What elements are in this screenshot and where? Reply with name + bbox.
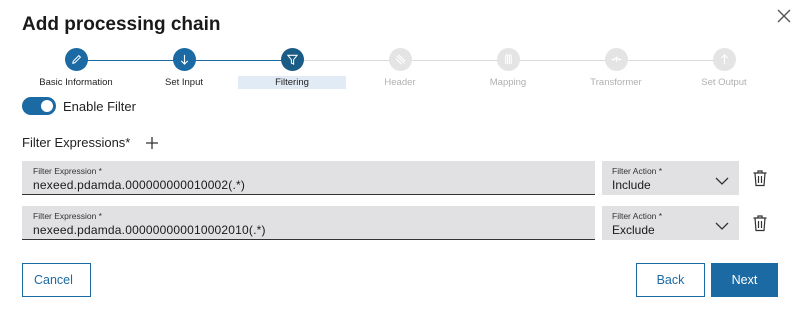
chevron-down-icon (715, 218, 729, 230)
step-label: Basic Information (39, 77, 113, 88)
step-set-output[interactable]: Set Output (669, 46, 779, 89)
filter-expression-label: Filter Expression * (33, 166, 102, 176)
step-set-input[interactable]: Set Input (129, 46, 239, 89)
step-basic-information[interactable]: Basic Information (21, 46, 131, 89)
chevron-down-icon (715, 173, 729, 185)
filter-action-select[interactable]: Filter Action * Exclude (602, 206, 739, 240)
filter-action-label: Filter Action * (612, 166, 663, 176)
filter-expression-value: nexeed.pdamda.000000000010002010(.*) (33, 223, 266, 237)
step-label: Set Input (164, 77, 204, 88)
step-label: Header (384, 77, 416, 88)
filter-action-select[interactable]: Filter Action * Include (602, 161, 739, 195)
filter-expression-label: Filter Expression * (33, 211, 102, 221)
transformer-icon (604, 48, 628, 71)
step-label: Mapping (489, 77, 527, 88)
dialog-title: Add processing chain (22, 14, 221, 35)
arrow-down-icon (172, 48, 196, 71)
step-label: Filtering (238, 76, 346, 89)
step-mapping[interactable]: Mapping (453, 46, 563, 89)
header-icon (388, 48, 412, 71)
add-expression-icon[interactable] (144, 135, 160, 151)
filter-action-label: Filter Action * (612, 211, 663, 221)
enable-filter-row: Enable Filter (22, 97, 136, 115)
filter-expression-value: nexeed.pdamda.000000000010002(.*) (33, 178, 246, 192)
arrow-up-icon (712, 48, 736, 71)
step-header[interactable]: Header (345, 46, 455, 89)
filter-expression-field[interactable]: Filter Expression * nexeed.pdamda.000000… (22, 206, 595, 240)
filter-action-value: Include (612, 178, 651, 192)
enable-filter-label: Enable Filter (63, 98, 136, 114)
mapping-icon (496, 48, 520, 71)
step-label: Transformer (590, 77, 642, 88)
back-button[interactable]: Back (636, 263, 705, 297)
filter-icon (280, 48, 304, 71)
step-filtering[interactable]: Filtering (237, 46, 347, 89)
toggle-knob (41, 100, 53, 112)
cancel-button[interactable]: Cancel (22, 263, 91, 297)
filter-expressions-header: Filter Expressions* (22, 134, 160, 150)
filter-expression-field[interactable]: Filter Expression * nexeed.pdamda.000000… (22, 161, 595, 195)
filter-expressions-label: Filter Expressions* (22, 134, 131, 150)
delete-row-icon[interactable] (752, 169, 768, 187)
stepper: Basic Information Set Input Filtering He… (0, 46, 800, 92)
next-button[interactable]: Next (711, 263, 778, 297)
filter-action-value: Exclude (612, 223, 655, 237)
enable-filter-toggle[interactable] (22, 97, 56, 115)
close-icon[interactable] (774, 6, 794, 26)
delete-row-icon[interactable] (752, 214, 768, 232)
step-label: Set Output (701, 77, 747, 88)
step-transformer[interactable]: Transformer (561, 46, 671, 89)
pencil-icon (64, 48, 88, 71)
